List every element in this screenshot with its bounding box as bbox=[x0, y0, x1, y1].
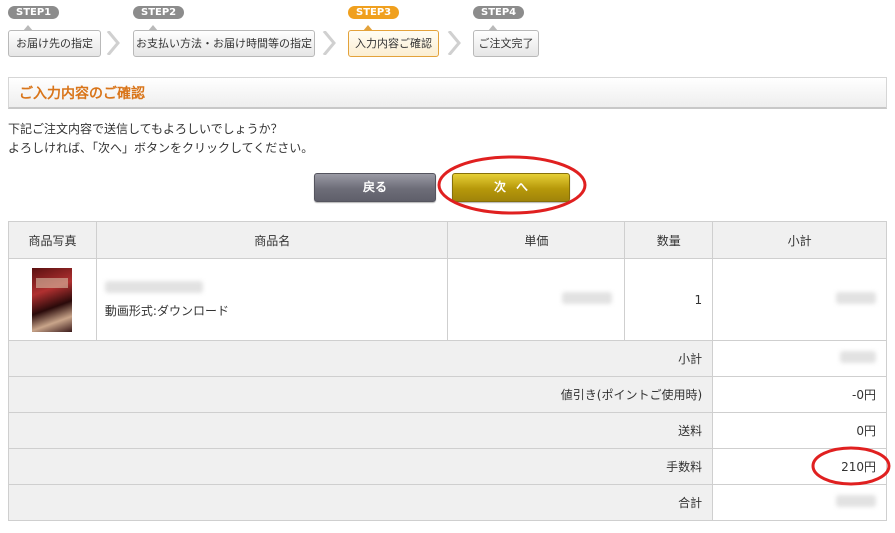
total-value-redacted bbox=[836, 495, 876, 507]
subtotal-value-redacted bbox=[840, 351, 876, 363]
product-thumbnail[interactable] bbox=[32, 267, 73, 332]
header-subtotal: 小計 bbox=[712, 221, 887, 259]
summary-label: 値引き(ポイントご使用時) bbox=[7, 376, 714, 413]
chevron-right-icon bbox=[447, 31, 461, 55]
step4-box: ご注文完了 bbox=[473, 25, 539, 57]
summary-label: 送料 bbox=[7, 412, 714, 449]
summary-row-fee: 手数料 210円 bbox=[7, 448, 887, 485]
header-name: 商品名 bbox=[95, 221, 449, 259]
subtotal-cell bbox=[712, 258, 887, 341]
product-format: 動画形式:ダウンロード bbox=[104, 303, 229, 318]
product-photo-cell bbox=[8, 258, 97, 341]
unit-price-cell bbox=[447, 258, 626, 341]
step4-tag: STEP4 bbox=[473, 6, 525, 19]
chevron-right-icon bbox=[322, 31, 336, 55]
next-button[interactable]: 次へ bbox=[452, 173, 570, 202]
section-heading: ご入力内容のご確認 bbox=[8, 77, 887, 109]
summary-value bbox=[712, 484, 887, 521]
product-title-redacted bbox=[104, 280, 203, 293]
table-header-row: 商品写真 商品名 単価 数量 小計 bbox=[8, 221, 887, 259]
summary-row-subtotal: 小計 bbox=[7, 340, 887, 377]
step2-box: お支払い方法・お届け時間等の指定 bbox=[133, 25, 315, 57]
product-name-cell: 動画形式:ダウンロード bbox=[95, 258, 449, 341]
summary-label: 合計 bbox=[7, 484, 714, 521]
summary-value: -0円 bbox=[712, 376, 887, 413]
section-title: ご入力内容のご確認 bbox=[19, 86, 145, 102]
summary-label: 小計 bbox=[7, 340, 714, 377]
summary-value: 0円 bbox=[712, 412, 887, 449]
summary-row-shipping: 送料 0円 bbox=[7, 412, 887, 449]
table-row: 動画形式:ダウンロード 1 bbox=[8, 258, 887, 341]
chevron-right-icon bbox=[106, 31, 120, 55]
confirm-message: 下記ご注文内容で送信してもよろしいでしょうか？ よろしければ、「次へ」ボタンをク… bbox=[8, 120, 313, 158]
summary-value: 210円 bbox=[712, 448, 887, 485]
summary-value bbox=[712, 340, 887, 377]
summary-label: 手数料 bbox=[7, 448, 714, 485]
subtotal-redacted bbox=[836, 292, 876, 304]
summary-row-total: 合計 bbox=[7, 484, 887, 521]
quantity-cell: 1 bbox=[624, 258, 714, 341]
header-quantity: 数量 bbox=[624, 221, 714, 259]
message-line-2: よろしければ、「次へ」ボタンをクリックしてください。 bbox=[8, 141, 314, 155]
checkout-steps: STEP1 お届け先の指定 STEP2 お支払い方法・お届け時間等の指定 STE… bbox=[0, 0, 895, 62]
summary-row-discount: 値引き(ポイントご使用時) -0円 bbox=[7, 376, 887, 413]
header-photo: 商品写真 bbox=[8, 221, 97, 259]
step3-box: 入力内容ご確認 bbox=[348, 25, 439, 57]
message-line-1: 下記ご注文内容で送信してもよろしいでしょうか？ bbox=[8, 122, 283, 136]
unit-price-redacted bbox=[562, 292, 613, 304]
header-unit-price: 単価 bbox=[447, 221, 626, 259]
step1-box: お届け先の指定 bbox=[8, 25, 101, 57]
step2-tag: STEP2 bbox=[133, 6, 185, 19]
step3-tag: STEP3 bbox=[348, 6, 400, 19]
back-button[interactable]: 戻る bbox=[314, 173, 436, 202]
step1-tag: STEP1 bbox=[8, 6, 60, 19]
order-table: 商品写真 商品名 単価 数量 小計 動画形式:ダウンロード 1 小計 値引き(ポ… bbox=[7, 221, 887, 521]
